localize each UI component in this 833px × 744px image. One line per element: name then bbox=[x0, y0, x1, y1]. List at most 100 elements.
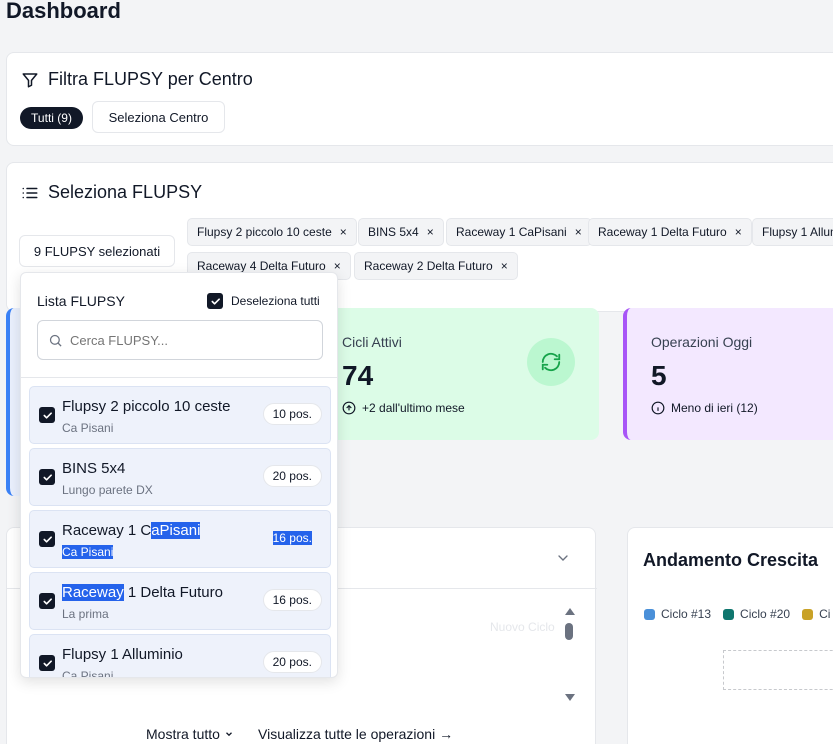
legend-item[interactable]: Ciclo #20 bbox=[723, 607, 790, 621]
chip-label: Flupsy 2 piccolo 10 ceste bbox=[197, 225, 332, 239]
view-all-operations-link[interactable]: Visualizza tutte le operazioni → bbox=[258, 726, 453, 742]
item-checkbox[interactable] bbox=[39, 407, 55, 423]
filter-all-pill[interactable]: Tutti (9) bbox=[20, 107, 83, 129]
item-name-part: Raceway 1 C bbox=[62, 522, 152, 539]
growth-title: Andamento Crescita bbox=[643, 550, 819, 570]
growth-legend: Ciclo #13 Ciclo #20 Ci bbox=[644, 607, 830, 621]
legend-item[interactable]: Ci bbox=[802, 607, 830, 621]
stat-sub: +2 dall'ultimo mese bbox=[342, 401, 465, 415]
scroll-up-arrow-icon[interactable] bbox=[565, 608, 575, 615]
flupsy-dropdown: Lista FLUPSY Deseleziona tutti Flupsy 2 … bbox=[20, 272, 338, 678]
faded-new-cycle-label: Nuovo Ciclo bbox=[490, 620, 555, 634]
filter-card: Filtra FLUPSY per Centro Tutti (9) Selez… bbox=[6, 52, 833, 146]
scroll-thumb[interactable] bbox=[565, 623, 573, 640]
select-center-button[interactable]: Seleziona Centro bbox=[92, 101, 225, 133]
item-name: Flupsy 1 Alluminio bbox=[62, 646, 183, 663]
item-checkbox[interactable] bbox=[39, 593, 55, 609]
position-badge: 16 pos. bbox=[262, 589, 322, 611]
filter-header: Filtra FLUPSY per Centro bbox=[21, 69, 253, 90]
list-icon bbox=[22, 187, 38, 198]
flupsy-list-item[interactable]: BINS 5x4 Lungo parete DX 20 pos. bbox=[29, 448, 331, 506]
flupsy-list-item[interactable]: Flupsy 1 Alluminio Ca Pisani 20 pos. bbox=[29, 634, 331, 678]
legend-swatch bbox=[802, 608, 814, 620]
legend-swatch bbox=[723, 608, 735, 620]
item-name: Flupsy 2 piccolo 10 ceste bbox=[62, 398, 231, 415]
selector-header: Seleziona FLUPSY bbox=[21, 182, 202, 203]
filter-icon bbox=[22, 72, 38, 87]
chip-label: Raceway 1 CaPisani bbox=[456, 225, 567, 239]
chip-bins: BINS 5x4 × bbox=[358, 218, 444, 246]
search-input[interactable] bbox=[70, 329, 316, 351]
chip-remove-icon[interactable]: × bbox=[575, 225, 582, 239]
item-name: Raceway 1 CaPisani bbox=[62, 522, 201, 539]
badge-selected-text: 16 pos. bbox=[272, 531, 312, 545]
item-center: Ca Pisani bbox=[62, 669, 114, 678]
selected-count-button[interactable]: 9 FLUPSY selezionati bbox=[19, 235, 175, 267]
arrow-up-circle-icon bbox=[342, 401, 356, 415]
chevron-down-small-icon bbox=[225, 732, 232, 737]
item-center: Ca Pisani bbox=[62, 421, 114, 435]
stat-value: 74 bbox=[342, 360, 374, 391]
chip-label: Raceway 1 Delta Futuro bbox=[598, 225, 727, 239]
chip-remove-icon[interactable]: × bbox=[427, 225, 434, 239]
chart-placeholder bbox=[723, 650, 833, 690]
stat-sub-text: +2 dall'ultimo mese bbox=[362, 401, 465, 415]
flupsy-list-item[interactable]: Raceway 1 Delta Futuro La prima 16 pos. bbox=[29, 572, 331, 630]
chip-flupsy-2: Flupsy 2 piccolo 10 ceste × bbox=[187, 218, 357, 246]
item-center: Lungo parete DX bbox=[62, 483, 153, 497]
info-icon bbox=[651, 401, 665, 415]
chip-label: BINS 5x4 bbox=[368, 225, 419, 239]
stat-card-active-cycles: Cicli Attivi 74 +2 dall'ultimo mese bbox=[316, 308, 599, 440]
chip-raceway-2-delta: Raceway 2 Delta Futuro × bbox=[354, 252, 518, 280]
item-checkbox[interactable] bbox=[39, 531, 55, 547]
item-checkbox[interactable] bbox=[39, 655, 55, 671]
legend-label: Ci bbox=[819, 607, 831, 621]
legend-item[interactable]: Ciclo #13 bbox=[644, 607, 711, 621]
search-box[interactable] bbox=[37, 320, 323, 360]
chevron-down-icon[interactable] bbox=[555, 550, 571, 571]
deselect-checkbox[interactable] bbox=[207, 293, 223, 309]
item-name: BINS 5x4 bbox=[62, 460, 126, 477]
item-name: Raceway 1 Delta Futuro bbox=[62, 584, 223, 601]
chip-remove-icon[interactable]: × bbox=[735, 225, 742, 239]
flupsy-list-item[interactable]: Raceway 1 CaPisani Ca Pisani 16 pos. bbox=[29, 510, 331, 568]
chip-remove-icon[interactable]: × bbox=[501, 259, 508, 273]
position-badge: 20 pos. bbox=[262, 651, 322, 673]
chip-label: Flupsy 1 Allum bbox=[762, 225, 833, 239]
chip-raceway-1-delta: Raceway 1 Delta Futuro × bbox=[588, 218, 752, 246]
deselect-label: Deseleziona tutti bbox=[231, 294, 320, 308]
stat-label: Cicli Attivi bbox=[342, 334, 402, 350]
item-name-selected: Raceway bbox=[62, 584, 124, 601]
growth-card: Andamento Crescita Ciclo #13 Ciclo #20 C… bbox=[627, 527, 833, 744]
legend-label: Ciclo #20 bbox=[740, 607, 791, 621]
position-badge: 20 pos. bbox=[262, 465, 322, 487]
dropdown-title: Lista FLUPSY bbox=[37, 293, 125, 309]
deselect-all-toggle[interactable]: Deseleziona tutti bbox=[207, 293, 320, 309]
chip-label: Raceway 2 Delta Futuro bbox=[364, 259, 493, 273]
stat-card-operations-today: Operazioni Oggi 5 Meno di ieri (12) bbox=[623, 308, 833, 440]
filter-title: Filtra FLUPSY per Centro bbox=[48, 69, 253, 89]
show-all-link[interactable]: Mostra tutto bbox=[146, 726, 234, 742]
scrollbar[interactable] bbox=[562, 608, 576, 704]
legend-label: Ciclo #13 bbox=[661, 607, 712, 621]
divider bbox=[21, 377, 337, 378]
refresh-icon bbox=[527, 338, 575, 386]
stat-sub-text: Meno di ieri (12) bbox=[671, 401, 758, 415]
stat-value: 5 bbox=[651, 360, 667, 391]
item-checkbox[interactable] bbox=[39, 469, 55, 485]
show-all-label: Mostra tutto bbox=[146, 726, 220, 742]
chip-remove-icon[interactable]: × bbox=[340, 225, 347, 239]
item-center: Ca Pisani bbox=[62, 545, 114, 559]
position-badge: 10 pos. bbox=[262, 403, 322, 425]
page-title: Dashboard bbox=[6, 0, 121, 23]
stat-label: Operazioni Oggi bbox=[651, 334, 753, 350]
item-center: La prima bbox=[62, 607, 109, 621]
scroll-down-arrow-icon[interactable] bbox=[565, 694, 575, 701]
chip-label: Raceway 4 Delta Futuro bbox=[197, 259, 326, 273]
item-name-selected: aPisani bbox=[151, 522, 201, 539]
search-icon bbox=[49, 334, 62, 347]
chip-remove-icon[interactable]: × bbox=[334, 259, 341, 273]
flupsy-list-item[interactable]: Flupsy 2 piccolo 10 ceste Ca Pisani 10 p… bbox=[29, 386, 331, 444]
item-name-part: 1 Delta Futuro bbox=[123, 584, 223, 601]
selector-title: Seleziona FLUPSY bbox=[48, 182, 203, 202]
